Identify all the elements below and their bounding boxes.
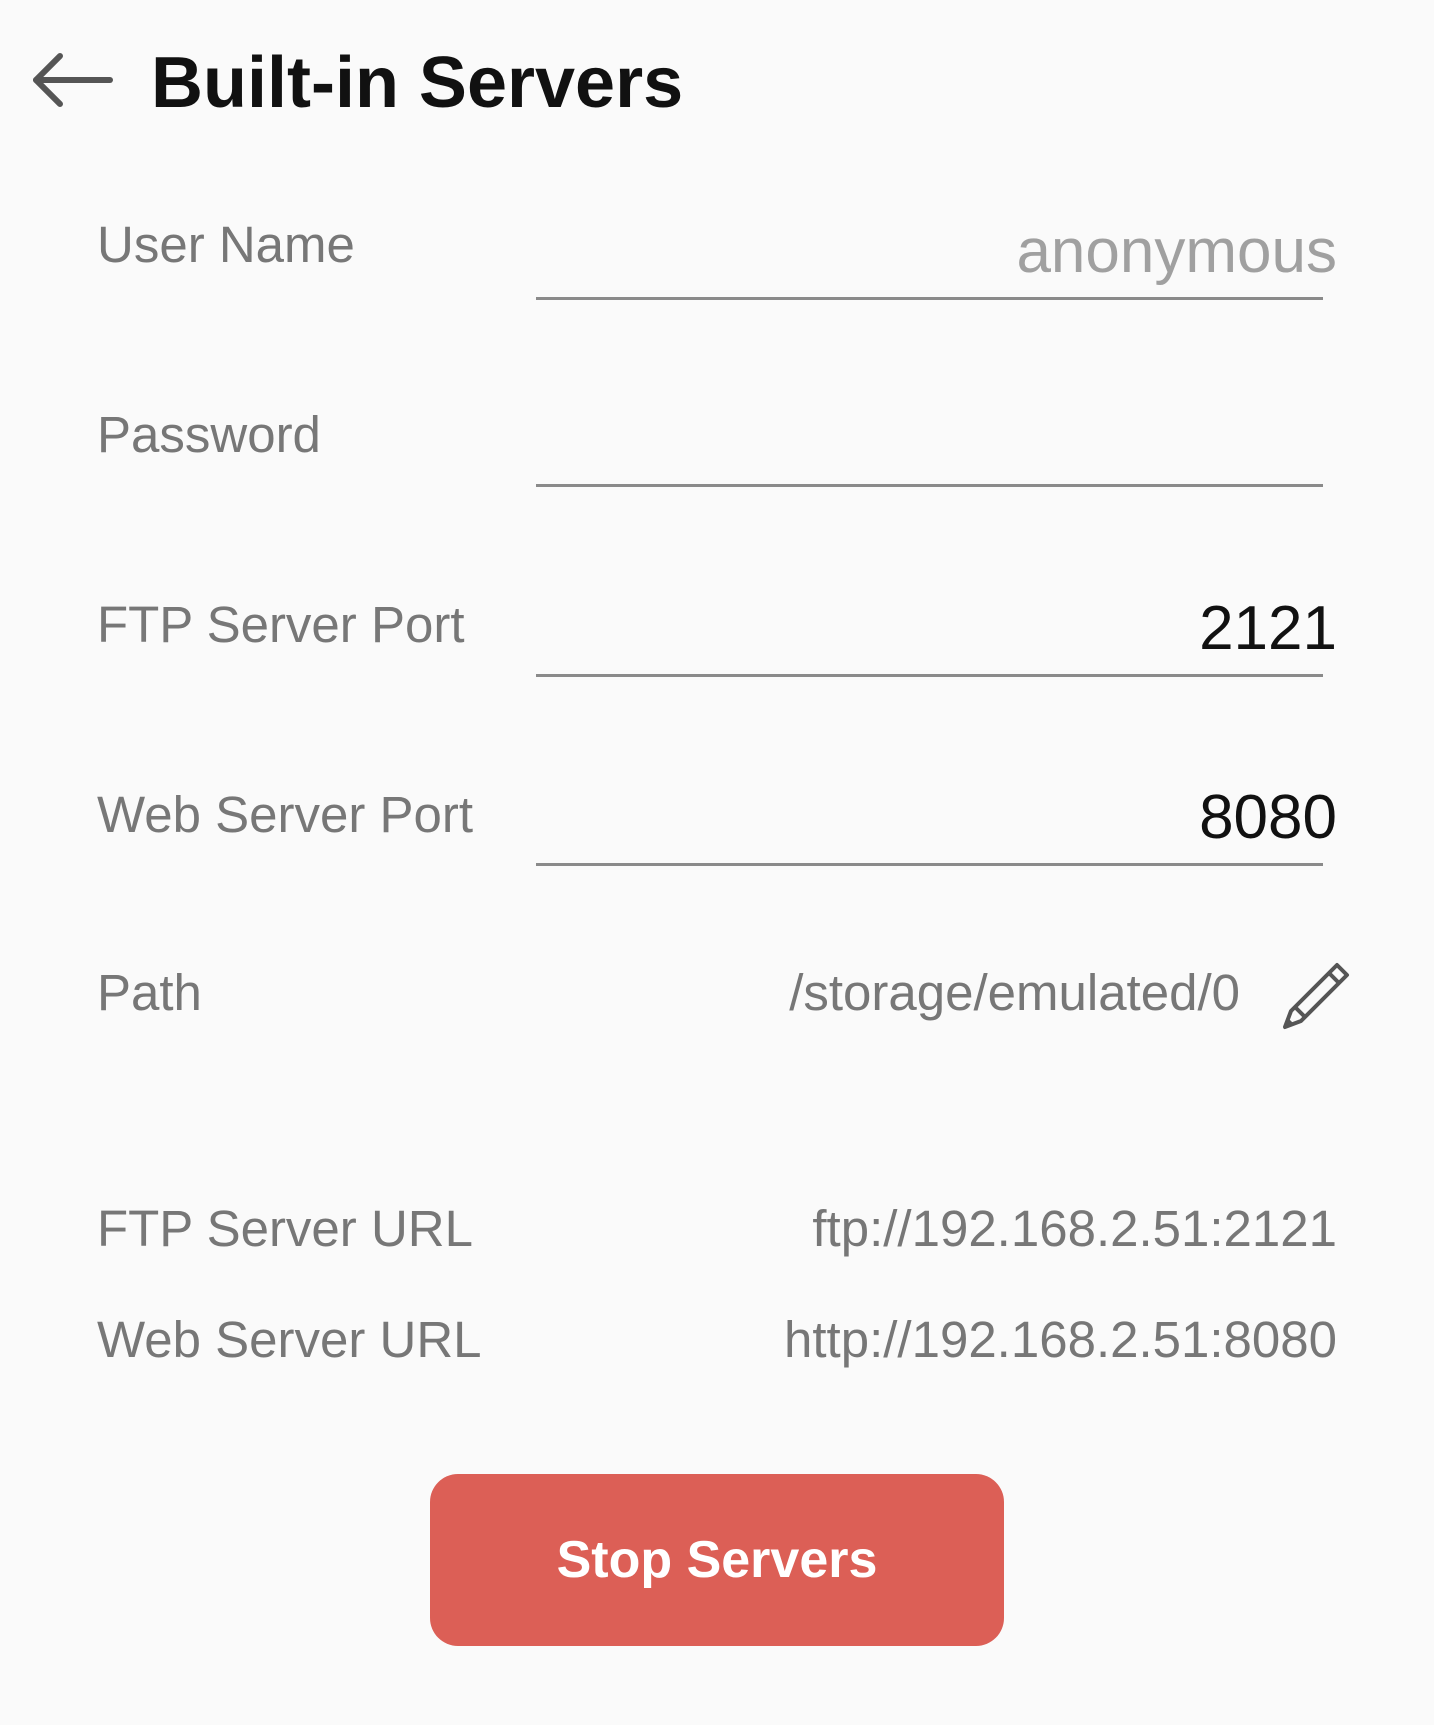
- user-name-field-container: [536, 216, 1337, 300]
- page-title: Built-in Servers: [151, 43, 684, 123]
- ftp-url-label: FTP Server URL: [97, 1200, 473, 1257]
- user-name-input[interactable]: [557, 216, 1337, 287]
- web-port-field-container: [536, 782, 1337, 866]
- ftp-url-value: ftp://192.168.2.51:2121: [812, 1200, 1337, 1257]
- ftp-port-label: FTP Server Port: [97, 596, 465, 653]
- arrow-left-icon: [33, 53, 113, 107]
- web-url-label: Web Server URL: [97, 1311, 482, 1368]
- edit-path-button[interactable]: [1272, 950, 1362, 1040]
- path-value: /storage/emulated/0: [789, 964, 1240, 1021]
- path-label: Path: [97, 964, 202, 1021]
- ftp-port-input[interactable]: [557, 593, 1337, 664]
- user-name-label: User Name: [97, 216, 355, 273]
- pencil-icon: [1283, 963, 1349, 1029]
- top-app-bar: Built-in Servers: [0, 0, 1434, 165]
- password-label: Password: [97, 406, 321, 463]
- web-port-label: Web Server Port: [97, 786, 474, 843]
- password-field-container: [536, 403, 1337, 487]
- web-url-value: http://192.168.2.51:8080: [784, 1311, 1337, 1368]
- back-button[interactable]: [22, 40, 122, 120]
- ftp-port-field-container: [536, 593, 1337, 677]
- stop-servers-button[interactable]: Stop Servers: [430, 1474, 1004, 1646]
- password-input[interactable]: [557, 403, 1337, 474]
- web-port-input[interactable]: [557, 782, 1337, 853]
